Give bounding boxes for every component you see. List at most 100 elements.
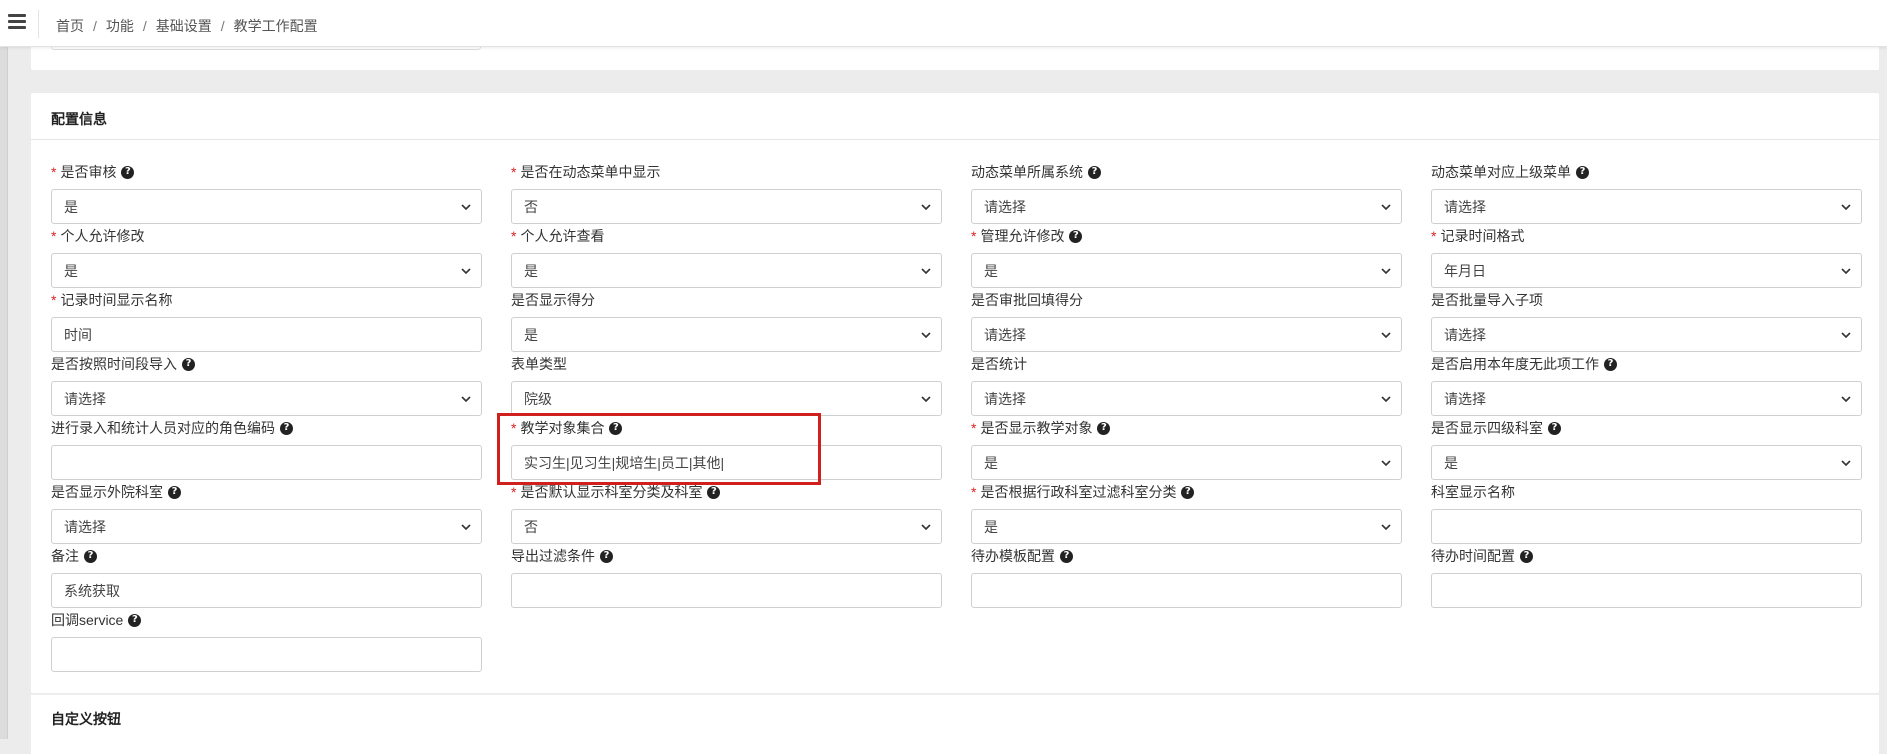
- chevron-down-icon: [460, 393, 472, 405]
- field-label-text: 是否显示教学对象: [980, 420, 1093, 436]
- chevron-down-icon: [1840, 393, 1852, 405]
- chevron-down-icon: [1380, 265, 1392, 277]
- question-circle-icon[interactable]: ?: [84, 549, 97, 563]
- text-input[interactable]: [511, 573, 942, 608]
- select-value: 请选择: [984, 326, 1026, 343]
- select-value: 是: [984, 454, 998, 471]
- text-input[interactable]: [971, 573, 1402, 608]
- field-label-text: 是否在动态菜单中显示: [520, 164, 661, 180]
- select-dropdown[interactable]: 是: [511, 317, 942, 352]
- question-circle-icon[interactable]: ?: [280, 421, 293, 435]
- question-circle-icon[interactable]: ?: [1576, 165, 1589, 179]
- text-input[interactable]: [1431, 573, 1862, 608]
- field-label-text: 动态菜单对应上级菜单: [1431, 164, 1571, 180]
- chevron-down-icon: [920, 393, 932, 405]
- input-value: 时间: [64, 326, 92, 343]
- text-input[interactable]: [51, 637, 482, 672]
- question-circle-icon[interactable]: ?: [1069, 229, 1083, 243]
- select-value: 请选择: [984, 198, 1026, 215]
- required-mark: *: [971, 228, 977, 244]
- form-field: * 是否审核? 是: [51, 163, 482, 224]
- select-dropdown[interactable]: 请选择: [1431, 381, 1862, 416]
- field-label: * 教学对象集合?: [511, 419, 942, 437]
- select-dropdown[interactable]: 否: [511, 509, 942, 544]
- question-circle-icon[interactable]: ?: [168, 485, 181, 499]
- select-dropdown[interactable]: 请选择: [971, 381, 1402, 416]
- form-field: 待办模板配置?: [971, 547, 1402, 608]
- field-label-text: 教学对象集合: [520, 420, 605, 436]
- chevron-down-icon: [920, 521, 932, 533]
- chevron-down-icon: [1380, 521, 1392, 533]
- required-mark: *: [511, 420, 517, 436]
- select-dropdown[interactable]: 是: [971, 445, 1402, 480]
- question-circle-icon[interactable]: ?: [707, 485, 721, 499]
- text-input[interactable]: 实习生|见习生|规培生|员工|其他|: [511, 445, 942, 480]
- field-label: 动态菜单对应上级菜单?: [1431, 163, 1862, 181]
- breadcrumb-item: 教学工作配置: [233, 18, 318, 34]
- select-dropdown[interactable]: 院级: [511, 381, 942, 416]
- select-value: 是: [1444, 454, 1458, 471]
- form-field: 导出过滤条件?: [511, 547, 942, 608]
- required-mark: *: [971, 420, 977, 436]
- field-label: 进行录入和统计人员对应的角色编码?: [51, 419, 482, 437]
- field-label: * 是否默认显示科室分类及科室?: [511, 483, 942, 501]
- form-field: 回调service?: [51, 611, 482, 672]
- select-value: 是: [64, 198, 78, 215]
- field-label-text: 动态菜单所属系统: [971, 164, 1083, 180]
- question-circle-icon[interactable]: ?: [121, 165, 135, 179]
- chevron-down-icon: [1840, 457, 1852, 469]
- text-input[interactable]: 时间: [51, 317, 482, 352]
- select-dropdown[interactable]: 是: [511, 253, 942, 288]
- select-dropdown[interactable]: 请选择: [1431, 317, 1862, 352]
- field-label-text: 是否显示四级科室: [1431, 420, 1543, 436]
- question-circle-icon[interactable]: ?: [1060, 549, 1073, 563]
- select-dropdown[interactable]: 年月日: [1431, 253, 1862, 288]
- custom-buttons-card: 自定义按钮: [31, 694, 1879, 754]
- field-label: 是否审批回填得分: [971, 291, 1402, 309]
- field-label: 动态菜单所属系统?: [971, 163, 1402, 181]
- config-info-card: 配置信息 * 是否审核? 是 * 是否在动态菜单中显示否动态菜单所属系统? 请选择 动态菜单…: [31, 93, 1879, 693]
- navbar-divider: [38, 10, 39, 38]
- hamburger-icon[interactable]: [8, 14, 26, 30]
- breadcrumb-item[interactable]: 首页: [56, 16, 84, 36]
- form-field: 科室显示名称: [1431, 483, 1862, 544]
- form-field: 动态菜单所属系统? 请选择: [971, 163, 1402, 224]
- select-dropdown[interactable]: 是: [971, 253, 1402, 288]
- form-field: 是否显示外院科室? 请选择: [51, 483, 482, 544]
- question-circle-icon[interactable]: ?: [1520, 549, 1533, 563]
- select-dropdown[interactable]: 请选择: [971, 189, 1402, 224]
- question-circle-icon[interactable]: ?: [609, 421, 623, 435]
- breadcrumb-item[interactable]: 功能: [106, 16, 134, 36]
- question-circle-icon[interactable]: ?: [600, 549, 613, 563]
- select-dropdown[interactable]: 否: [511, 189, 942, 224]
- text-input[interactable]: [51, 445, 482, 480]
- select-dropdown[interactable]: 是: [51, 253, 482, 288]
- text-input[interactable]: [1431, 509, 1862, 544]
- breadcrumb-item[interactable]: 基础设置: [156, 16, 212, 36]
- question-circle-icon[interactable]: ?: [1088, 165, 1101, 179]
- field-label: 是否按照时间段导入?: [51, 355, 482, 373]
- form-field: * 管理允许修改? 是: [971, 227, 1402, 288]
- select-dropdown[interactable]: 是: [51, 189, 482, 224]
- question-circle-icon[interactable]: ?: [1548, 421, 1561, 435]
- question-circle-icon[interactable]: ?: [128, 613, 142, 627]
- select-dropdown[interactable]: 请选择: [51, 381, 482, 416]
- select-dropdown[interactable]: 请选择: [1431, 189, 1862, 224]
- text-input[interactable]: 系统获取: [51, 573, 482, 608]
- chevron-down-icon: [1380, 201, 1392, 213]
- select-dropdown[interactable]: 是: [1431, 445, 1862, 480]
- question-circle-icon[interactable]: ?: [1097, 421, 1111, 435]
- field-label: 是否显示得分: [511, 291, 942, 309]
- section2-title: 自定义按钮: [51, 711, 121, 727]
- question-circle-icon[interactable]: ?: [182, 357, 195, 371]
- form-field: * 是否在动态菜单中显示否: [511, 163, 942, 224]
- question-circle-icon[interactable]: ?: [1181, 485, 1195, 499]
- chevron-down-icon: [1380, 457, 1392, 469]
- select-dropdown[interactable]: 请选择: [51, 509, 482, 544]
- select-dropdown[interactable]: 是: [971, 509, 1402, 544]
- select-dropdown[interactable]: 请选择: [971, 317, 1402, 352]
- question-circle-icon[interactable]: ?: [1604, 357, 1617, 371]
- field-label-text: 管理允许修改: [980, 228, 1065, 244]
- field-label: 回调service?: [51, 611, 482, 629]
- form-field: 进行录入和统计人员对应的角色编码?: [51, 419, 482, 480]
